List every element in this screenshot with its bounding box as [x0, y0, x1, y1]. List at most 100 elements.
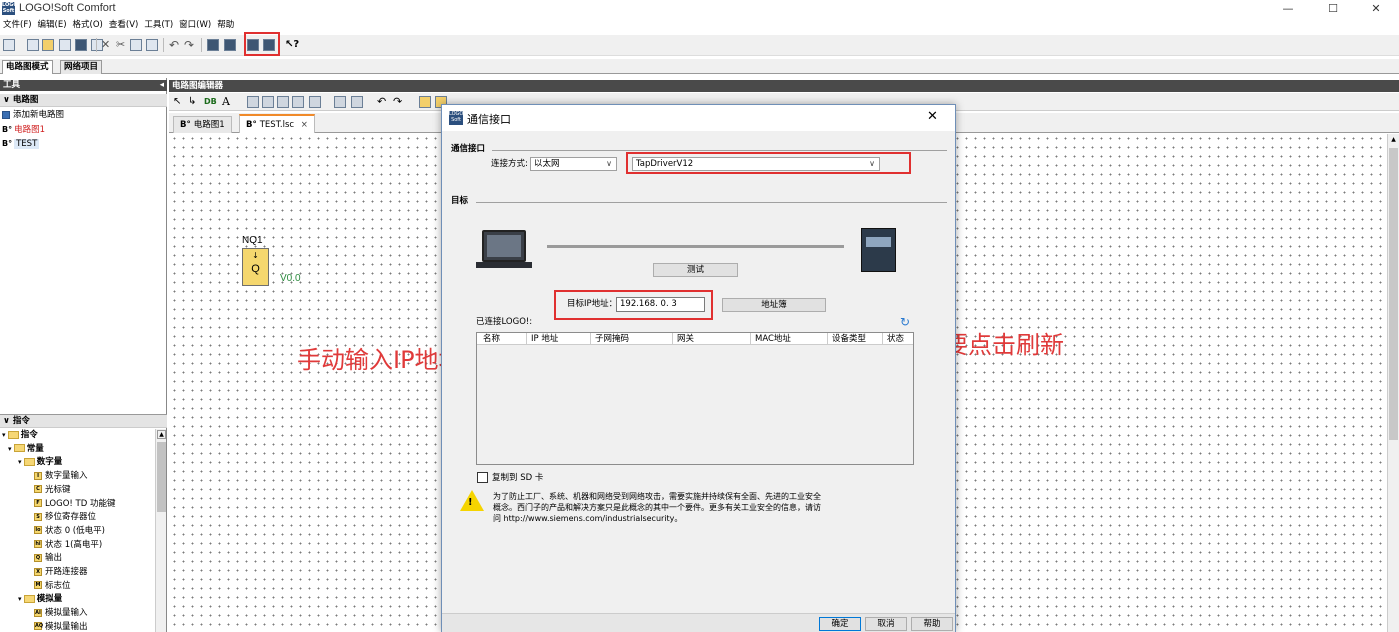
connection-select[interactable]: 以太网 ∨	[530, 157, 617, 171]
tab-network-project[interactable]: 网络项目	[60, 60, 103, 74]
folder-icon	[7, 430, 19, 439]
scroll-up-icon[interactable]: ▲	[157, 430, 166, 439]
close-tab-icon[interactable]: ×	[301, 120, 308, 130]
editor-redo-icon[interactable]: ↷	[393, 96, 405, 108]
circuit-item-test[interactable]: B° TEST	[2, 137, 40, 151]
block-tool-icon[interactable]: DB	[204, 96, 218, 108]
new-network-icon[interactable]	[27, 39, 39, 51]
tree-item[interactable]: ▾ 指令	[2, 429, 38, 442]
tree-item[interactable]: ▾ 数字量	[18, 456, 62, 469]
tree-item[interactable]: Q 输出	[34, 552, 62, 565]
context-help-icon[interactable]: ↖?	[285, 39, 299, 51]
circuit-item-1[interactable]: B° 电路图1	[2, 123, 45, 137]
close-file-icon[interactable]	[59, 39, 71, 51]
online-test-icon[interactable]	[224, 39, 236, 51]
scroll-up-icon[interactable]: ▲	[1389, 135, 1398, 144]
minimize-button[interactable]: —	[1265, 0, 1311, 17]
maximize-button[interactable]: ☐	[1310, 0, 1356, 17]
table-column-header[interactable]: IP 地址	[531, 333, 558, 345]
instruction-tree-scrollbar[interactable]: ▲	[155, 429, 166, 632]
window-title: LOGO!Soft Comfort	[19, 2, 116, 14]
tree-item[interactable]: AI 模拟量输入	[34, 607, 88, 620]
cut-icon[interactable]: ✂	[116, 39, 128, 51]
menu-format[interactable]: 格式(O)	[70, 18, 106, 33]
new-dropdown-icon[interactable]	[17, 39, 23, 51]
scroll-thumb[interactable]	[157, 442, 166, 512]
align-left-icon[interactable]	[247, 96, 259, 108]
tree-item[interactable]: lo 状态 0 (低电平)	[34, 525, 105, 538]
tree-item[interactable]: X 开路连接器	[34, 566, 88, 579]
address-book-button[interactable]: 地址簿	[722, 298, 826, 312]
tree-item-label: LOGO! TD 功能键	[45, 498, 116, 509]
editor-undo-icon[interactable]: ↶	[377, 96, 389, 108]
align-bottom-icon[interactable]	[309, 96, 321, 108]
select-tool-icon[interactable]: ↖	[173, 96, 185, 108]
dialog-logo-icon: LOGO Soft	[449, 111, 464, 125]
tree-item[interactable]: ▾ 模拟量	[18, 593, 62, 606]
column-divider	[882, 333, 883, 345]
table-column-header[interactable]: 状态	[887, 333, 904, 345]
cancel-button[interactable]: 取消	[865, 617, 907, 631]
add-new-circuit-item[interactable]: 添加新电路图	[2, 109, 64, 122]
distribute-vertical-icon[interactable]	[351, 96, 363, 108]
undo-icon[interactable]: ↶	[169, 39, 181, 51]
column-divider	[750, 333, 751, 345]
tree-item[interactable]: F LOGO! TD 功能键	[34, 498, 115, 511]
chevron-down-icon: ∨	[3, 416, 13, 426]
ok-button[interactable]: 确定	[819, 617, 861, 631]
close-window-button[interactable]: ✕	[1353, 0, 1399, 17]
new-icon[interactable]	[3, 39, 15, 51]
menu-view[interactable]: 查看(V)	[106, 18, 141, 33]
folder-icon	[13, 444, 25, 453]
delete-icon[interactable]: ✕	[101, 39, 113, 51]
menu-help[interactable]: 帮助	[214, 18, 237, 33]
tab-test-lsc[interactable]: B° TEST.lsc ×	[239, 114, 315, 133]
canvas-scroll-thumb[interactable]	[1389, 148, 1398, 440]
save-icon[interactable]	[75, 39, 87, 51]
redo-icon[interactable]: ↷	[184, 39, 196, 51]
help-button[interactable]: 帮助	[911, 617, 953, 631]
dialog-close-button[interactable]: ✕	[927, 109, 938, 124]
circuit-section-header[interactable]: ∨ 电路图	[0, 94, 167, 107]
instructions-section-header[interactable]: ∨ 指令	[0, 414, 167, 428]
table-column-header[interactable]: 子网掩码	[595, 333, 629, 345]
align-center-icon[interactable]	[262, 96, 274, 108]
table-column-header[interactable]: 网关	[677, 333, 694, 345]
tree-item[interactable]: S 移位寄存器位	[34, 511, 96, 524]
menu-edit[interactable]: 编辑(E)	[35, 18, 70, 33]
tree-item-label: 光标键	[45, 484, 71, 495]
align-middle-icon[interactable]	[292, 96, 304, 108]
table-column-header[interactable]: 设备类型	[832, 333, 866, 345]
text-tool-icon[interactable]: A	[222, 96, 234, 108]
table-column-header[interactable]: 名称	[483, 333, 500, 345]
menu-file[interactable]: 文件(F)	[0, 18, 35, 33]
align-top-icon[interactable]	[277, 96, 289, 108]
table-column-header[interactable]: MAC地址	[755, 333, 791, 345]
tree-item[interactable]: ▾ 常量	[8, 443, 44, 456]
collapse-left-icon[interactable]: ◂	[160, 80, 164, 91]
constant-co-icon[interactable]	[419, 96, 431, 108]
security-warning-text: 为了防止工厂、系统、机器和网络受到网络攻击，需要实施并持续保有全面、先进的工业安…	[493, 492, 821, 523]
canvas-scrollbar[interactable]: ▲	[1387, 134, 1399, 632]
output-block-nq1[interactable]: ↓ Q	[242, 248, 269, 286]
tree-item[interactable]: M 标志位	[34, 580, 71, 593]
distribute-icon[interactable]	[334, 96, 346, 108]
copy-sd-checkbox[interactable]	[477, 472, 488, 483]
simulation-icon[interactable]	[207, 39, 219, 51]
tab-circuit-mode[interactable]: 电路图模式	[2, 60, 53, 74]
section-target-label: 目标	[451, 196, 469, 206]
tree-item[interactable]: C 光标键	[34, 484, 71, 497]
connect-tool-icon[interactable]: ↳	[188, 96, 200, 108]
menu-tools[interactable]: 工具(T)	[141, 18, 176, 33]
open-folder-icon[interactable]	[42, 39, 54, 51]
refresh-icon[interactable]: ↻	[900, 315, 910, 329]
test-button[interactable]: 测试	[653, 263, 738, 277]
paste-icon[interactable]	[146, 39, 158, 51]
table-header: 名称 IP 地址 子网掩码 网关 MAC地址 设备类型 状态	[477, 333, 913, 345]
tab-circuit-1[interactable]: B° 电路图1	[173, 116, 232, 133]
tree-item[interactable]: I 数字量输入	[34, 470, 88, 483]
menu-window[interactable]: 窗口(W)	[176, 18, 214, 33]
tree-item[interactable]: hi 状态 1(高电平)	[34, 539, 102, 552]
copy-icon[interactable]	[130, 39, 142, 51]
tree-item[interactable]: AQ 模拟量输出	[34, 621, 88, 632]
